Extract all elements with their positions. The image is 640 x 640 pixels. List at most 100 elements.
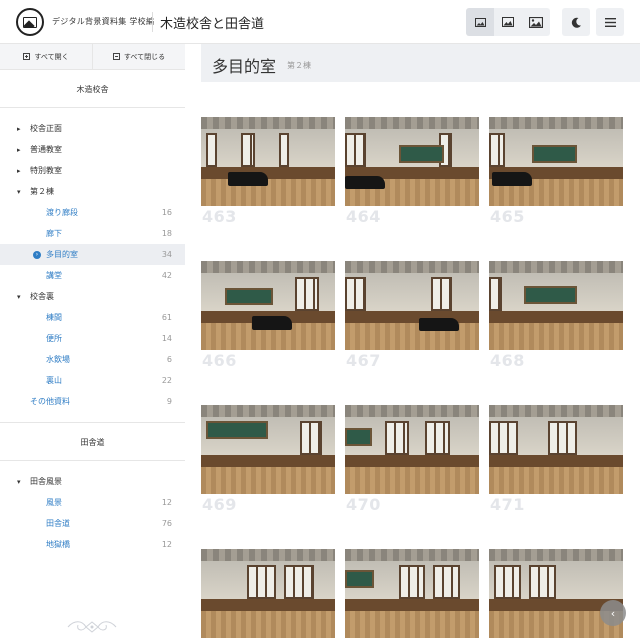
sidebar-item[interactable]: ▾ 田舎風景 [0,471,185,492]
item-count: 6 [166,355,172,364]
classroom-photo[interactable] [345,261,479,350]
section-heading: 田舎道 [0,423,185,461]
sidebar-item[interactable]: 棟間 61 [0,307,185,328]
caret-right-icon[interactable]: ▸ [17,160,21,181]
large-grid-icon [529,16,543,28]
image-number: 466 [202,351,237,370]
sidebar-item[interactable]: ▾ 第２棟 [0,181,185,202]
sidebar-item-label: 普通教室 [30,145,62,154]
sidebar-item-label: 田舎風景 [30,477,62,486]
scroll-top-button[interactable]: ‹ [600,600,626,626]
image-number: 464 [346,207,381,226]
thumbnail-card[interactable]: 470 [345,405,479,516]
classroom-photo[interactable] [201,549,335,638]
sidebar-item-label: 校舎裏 [30,292,54,301]
sidebar-item-label: 田舎道 [46,519,70,528]
sidebar-item[interactable]: 地獄橋 12 [0,534,185,555]
ornament-icon [67,621,117,633]
thumbnail-card[interactable]: 465 [489,117,623,228]
item-count: 9 [166,397,172,406]
image-number: 465 [490,207,525,226]
sidebar-item[interactable]: 便所 14 [0,328,185,349]
thumbnail-card[interactable]: 463 [201,117,335,228]
tree-expander: すべて開く すべて閉じる [0,44,185,70]
thumbnail-card[interactable]: 471 [489,405,623,516]
dark-mode-button[interactable] [562,8,590,36]
sidebar-item-label: その他資料 [30,397,70,406]
minus-square-icon [112,53,120,60]
expand-all-button[interactable]: すべて開く [0,44,92,69]
caret-down-icon[interactable]: ▾ [17,286,21,307]
sidebar-item[interactable]: 田舎道 76 [0,513,185,534]
sidebar-item[interactable]: 裏山 22 [0,370,185,391]
large-grid-button[interactable] [522,8,550,36]
image-number: 467 [346,351,381,370]
item-count: 12 [161,540,172,549]
sidebar-item[interactable]: › 多目的室 34 [0,244,185,265]
sidebar-item[interactable]: 渡り廊段 16 [0,202,185,223]
thumbnail-card[interactable]: 469 [201,405,335,516]
main-content: 多目的室 第２棟 4634644654664674684694704714724… [201,44,640,640]
classroom-photo[interactable] [345,549,479,638]
caret-down-icon[interactable]: ▾ [17,181,21,202]
caret-down-icon[interactable]: ▾ [17,471,21,492]
thumbnail-card[interactable]: 464 [345,117,479,228]
sidebar-item[interactable]: ▸ 特別教室 [0,160,185,181]
classroom-photo[interactable] [345,117,479,206]
item-count: 22 [161,376,172,385]
sidebar-item-label: 裏山 [46,376,62,385]
sidebar-item[interactable]: 廊下 18 [0,223,185,244]
header-divider [152,12,153,32]
classroom-photo[interactable] [201,117,335,206]
caret-right-icon[interactable]: ▸ [17,139,21,160]
menu-button[interactable] [596,8,624,36]
sidebar: すべて開く すべて閉じる 木造校舎 ▸ 校舎正面 ▸ 普通教室 ▸ 特別教室 ▾ 第２棟 渡り廊… [0,44,185,640]
caret-right-icon[interactable]: ▸ [17,118,21,139]
header-toolbar [466,8,624,36]
classroom-photo[interactable] [489,405,623,494]
item-count: 18 [161,229,172,238]
thumbnail-card[interactable]: 468 [489,261,623,372]
collection-title: 木造校舎と田舎道 [160,17,265,32]
sidebar-item[interactable]: ▸ 校舎正面 [0,118,185,139]
classroom-photo[interactable] [489,549,623,638]
classroom-photo[interactable] [345,405,479,494]
logo-icon[interactable] [16,8,44,36]
category-tree: ▾ 田舎風景風景 12 田舎道 76 地獄橋 12 [0,461,185,555]
sidebar-item-label: 校舎正面 [30,124,62,133]
thumbnail-card[interactable]: 474 [489,549,623,640]
classroom-photo[interactable] [201,261,335,350]
sidebar-item-label: 多目的室 [46,250,78,259]
sidebar-item[interactable]: 講堂 42 [0,265,185,286]
sidebar-item[interactable]: 風景 12 [0,492,185,513]
menu-icon [604,17,616,27]
expand-all-label: すべて開く [34,52,69,61]
collapse-all-button[interactable]: すべて閉じる [92,44,185,69]
image-number: 463 [202,207,237,226]
thumbnail-card[interactable]: 466 [201,261,335,372]
medium-grid-button[interactable] [494,8,522,36]
item-count: 76 [161,519,172,528]
item-count: 61 [161,313,172,322]
small-grid-button[interactable] [466,8,494,36]
thumbnail-card[interactable]: 467 [345,261,479,372]
app-header: デジタル背景資料集 学校編 木造校舎と田舎道 [0,0,640,44]
category-tree: ▸ 校舎正面 ▸ 普通教室 ▸ 特別教室 ▾ 第２棟 渡り廊段 16 廊下 18 › 多目的室 34 講堂 42… [0,108,185,412]
sidebar-item[interactable]: ▾ 校舎裏 [0,286,185,307]
sidebar-item[interactable]: その他資料 9 [0,391,185,412]
sidebar-item-label: 棟間 [46,313,62,322]
sidebar-item-label: 渡り廊段 [46,208,78,217]
classroom-photo[interactable] [489,117,623,206]
sidebar-item[interactable]: ▸ 普通教室 [0,139,185,160]
thumbnail-card[interactable]: 472 [201,549,335,640]
image-number: 469 [202,495,237,514]
medium-grid-icon [502,17,514,27]
brand-name[interactable]: デジタル背景資料集 学校編 [52,16,154,27]
thumbnail-card[interactable]: 473 [345,549,479,640]
sidebar-item-label: 講堂 [46,271,62,280]
moon-icon [571,17,581,28]
classroom-photo[interactable] [201,405,335,494]
collapse-all-label: すべて閉じる [123,52,166,61]
sidebar-item[interactable]: 水飲場 6 [0,349,185,370]
classroom-photo[interactable] [489,261,623,350]
